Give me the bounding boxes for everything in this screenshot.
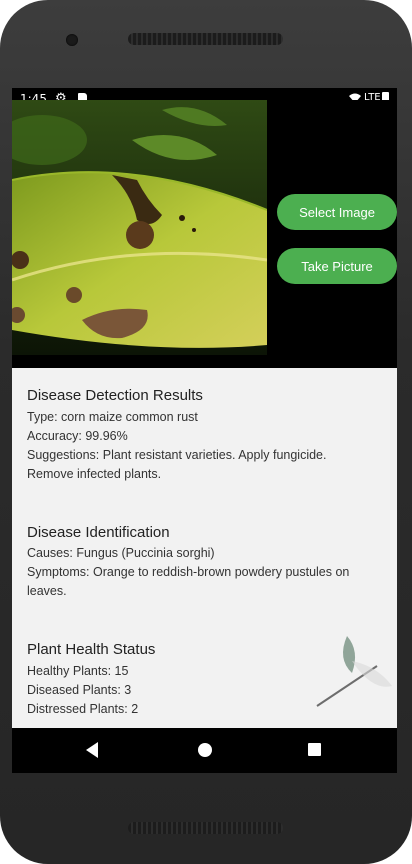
navigation-bar	[12, 728, 397, 773]
front-camera	[66, 34, 78, 46]
back-icon[interactable]	[86, 742, 98, 758]
symptoms: Symptoms: Orange to reddish-brown powder…	[27, 565, 350, 579]
disease-type: Type: corn maize common rust	[27, 410, 198, 424]
suggestions-continued: Remove infected plants.	[27, 467, 162, 481]
health-status-title: Plant Health Status	[27, 641, 156, 658]
select-image-button[interactable]: Select Image	[277, 194, 397, 230]
suggestions: Suggestions: Plant resistant varieties. …	[27, 448, 327, 462]
detection-results-title: Disease Detection Results	[27, 387, 203, 404]
accuracy: Accuracy: 99.96%	[27, 429, 128, 443]
results-scroll[interactable]: Disease Detection Results Type: corn mai…	[12, 368, 397, 728]
leaf-image	[12, 100, 267, 355]
earpiece-speaker	[128, 33, 283, 45]
plant-sprout-icon	[316, 636, 392, 707]
recents-icon[interactable]	[308, 743, 321, 756]
home-icon[interactable]	[198, 743, 212, 757]
bottom-speaker	[128, 822, 283, 834]
identification-title: Disease Identification	[27, 524, 170, 541]
causes: Causes: Fungus (Puccinia sorghi)	[27, 546, 215, 560]
distressed-plants: Distressed Plants: 2	[27, 702, 139, 716]
phone-frame: 1:45 ⚙ LTE Select Image Take Picture Dis…	[0, 0, 412, 864]
take-picture-button[interactable]: Take Picture	[277, 248, 397, 284]
disease-identification-card: Disease Identification Causes: Fungus (P…	[12, 507, 397, 626]
image-panel: Select Image Take Picture	[12, 100, 397, 368]
healthy-plants: Healthy Plants: 15	[27, 664, 129, 678]
device-screen: 1:45 ⚙ LTE Select Image Take Picture Dis…	[12, 88, 397, 773]
symptoms-continued: leaves.	[27, 584, 67, 598]
diseased-plants: Diseased Plants: 3	[27, 683, 132, 697]
plant-health-card: Plant Health Status Healthy Plants: 15 D…	[12, 625, 397, 728]
detection-results-card: Disease Detection Results Type: corn mai…	[12, 368, 397, 508]
